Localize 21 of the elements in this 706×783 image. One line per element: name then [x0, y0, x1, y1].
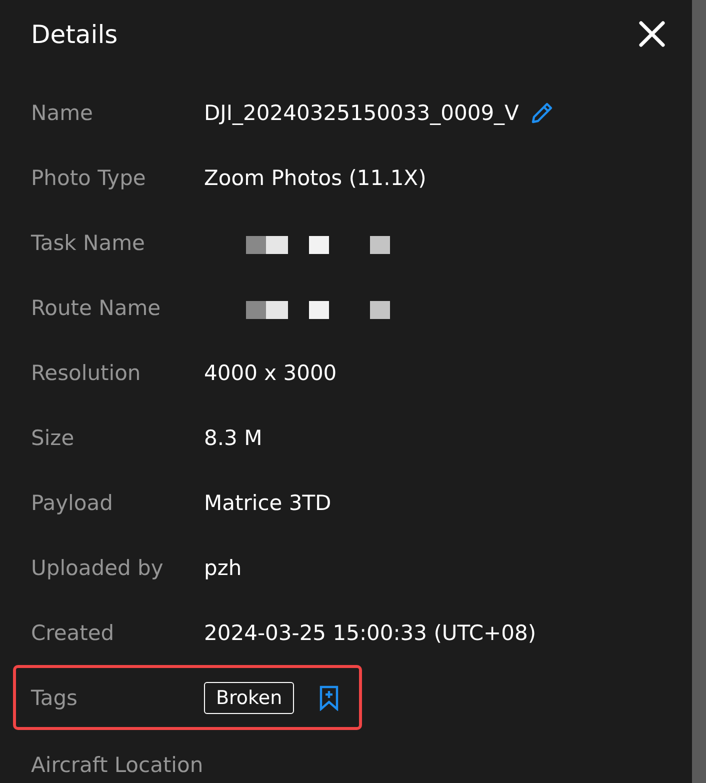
field-label: Resolution	[31, 360, 142, 384]
field-value: Zoom Photos (11.1X)	[204, 166, 426, 190]
tag-chip: Broken	[204, 682, 294, 714]
field-label: Created	[31, 620, 116, 644]
name-value: DJI_20240325150033_0009_V	[204, 100, 519, 124]
field-label: Uploaded by	[31, 556, 164, 580]
field-value: 4000 x 3000	[204, 360, 337, 384]
field-label: Payload	[31, 490, 114, 514]
field-label: Aircraft Location	[31, 753, 204, 777]
field-value: 2024-03-25 15:00:33 (UTC+08)	[204, 620, 536, 644]
field-label: Tags	[31, 686, 78, 710]
field-label: Photo Type	[31, 166, 147, 190]
field-value: 8.3 M	[204, 426, 262, 450]
field-label: Route Name	[31, 296, 162, 320]
field-value: Matrice 3TD	[204, 490, 332, 514]
field-value: pzh	[204, 556, 242, 580]
panel-title: Details	[31, 20, 118, 48]
field-label: Task Name	[31, 230, 146, 254]
field-label: Size	[31, 426, 76, 450]
close-icon[interactable]	[638, 20, 666, 48]
field-label: Name	[31, 100, 94, 124]
